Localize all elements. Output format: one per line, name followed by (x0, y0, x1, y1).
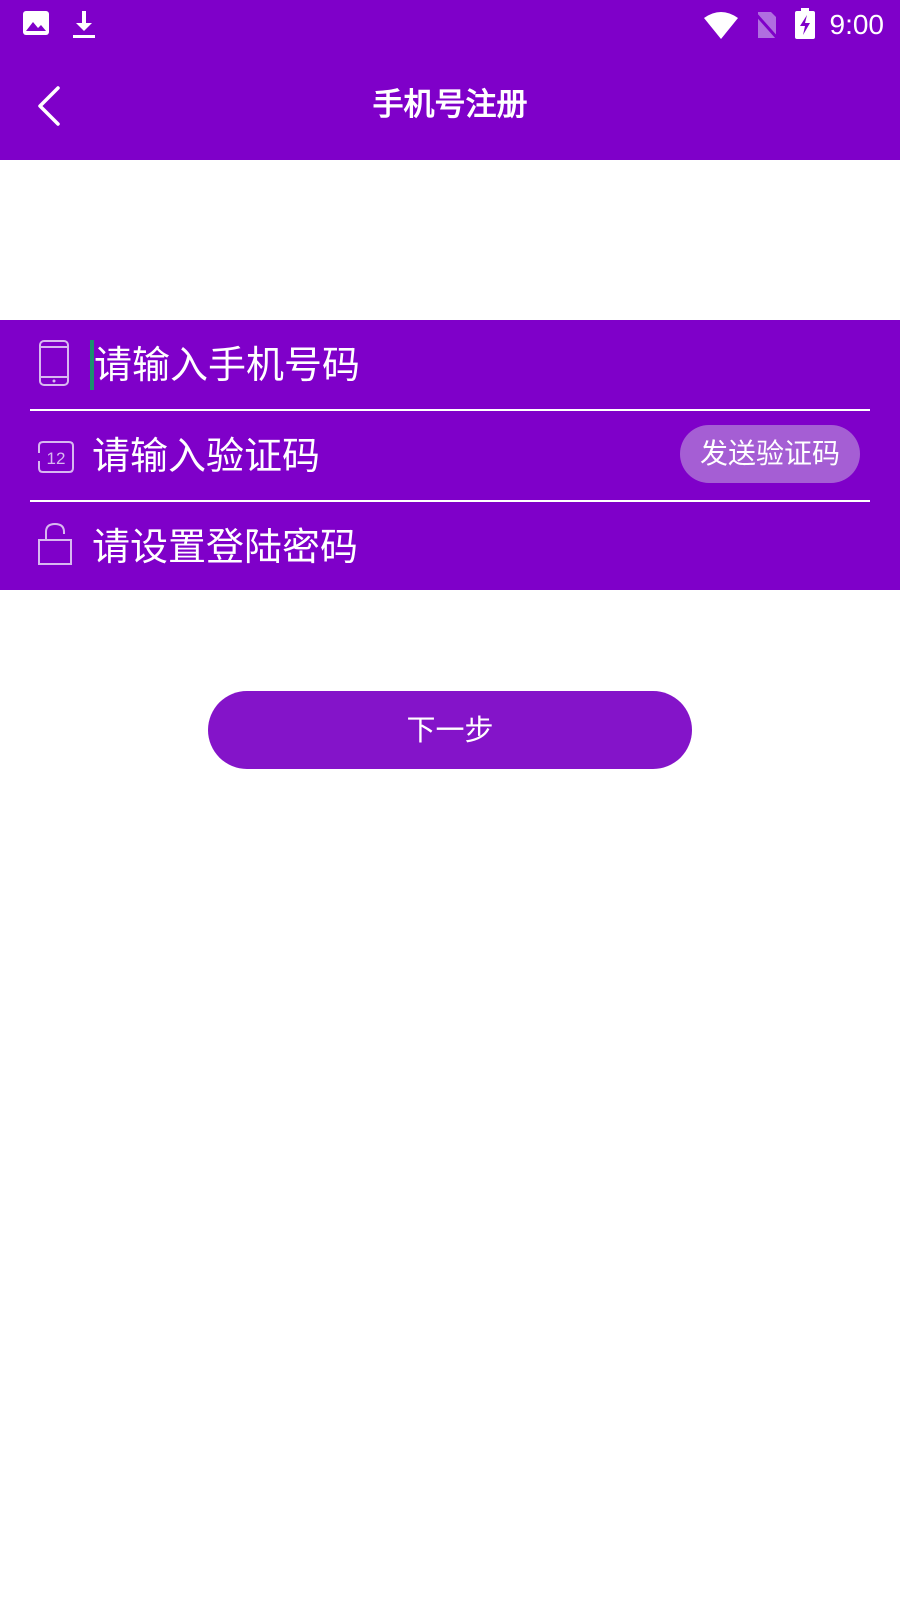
send-code-button[interactable]: 发送验证码 (680, 425, 860, 483)
code-icon: 12 (38, 441, 74, 477)
verification-code-input[interactable] (92, 421, 652, 491)
svg-text:12: 12 (47, 449, 66, 468)
status-bar: 9:00 (0, 0, 900, 50)
password-row (30, 502, 870, 592)
no-sim-icon (752, 10, 780, 44)
phone-input[interactable] (94, 330, 654, 400)
page-title: 手机号注册 (372, 87, 528, 123)
wifi-icon (703, 10, 739, 44)
download-icon (70, 9, 98, 43)
phone-row (30, 320, 870, 410)
registration-form: 12 发送验证码 (0, 320, 900, 590)
battery-charging-icon (794, 8, 816, 44)
password-input[interactable] (92, 512, 652, 582)
status-time: 9:00 (829, 9, 885, 40)
image-icon (22, 9, 50, 41)
next-button[interactable]: 下一步 (208, 691, 692, 769)
code-row: 12 发送验证码 (30, 411, 870, 501)
app-bar: 手机号注册 (0, 50, 900, 160)
lock-icon (38, 522, 72, 570)
phone-icon (38, 339, 70, 391)
